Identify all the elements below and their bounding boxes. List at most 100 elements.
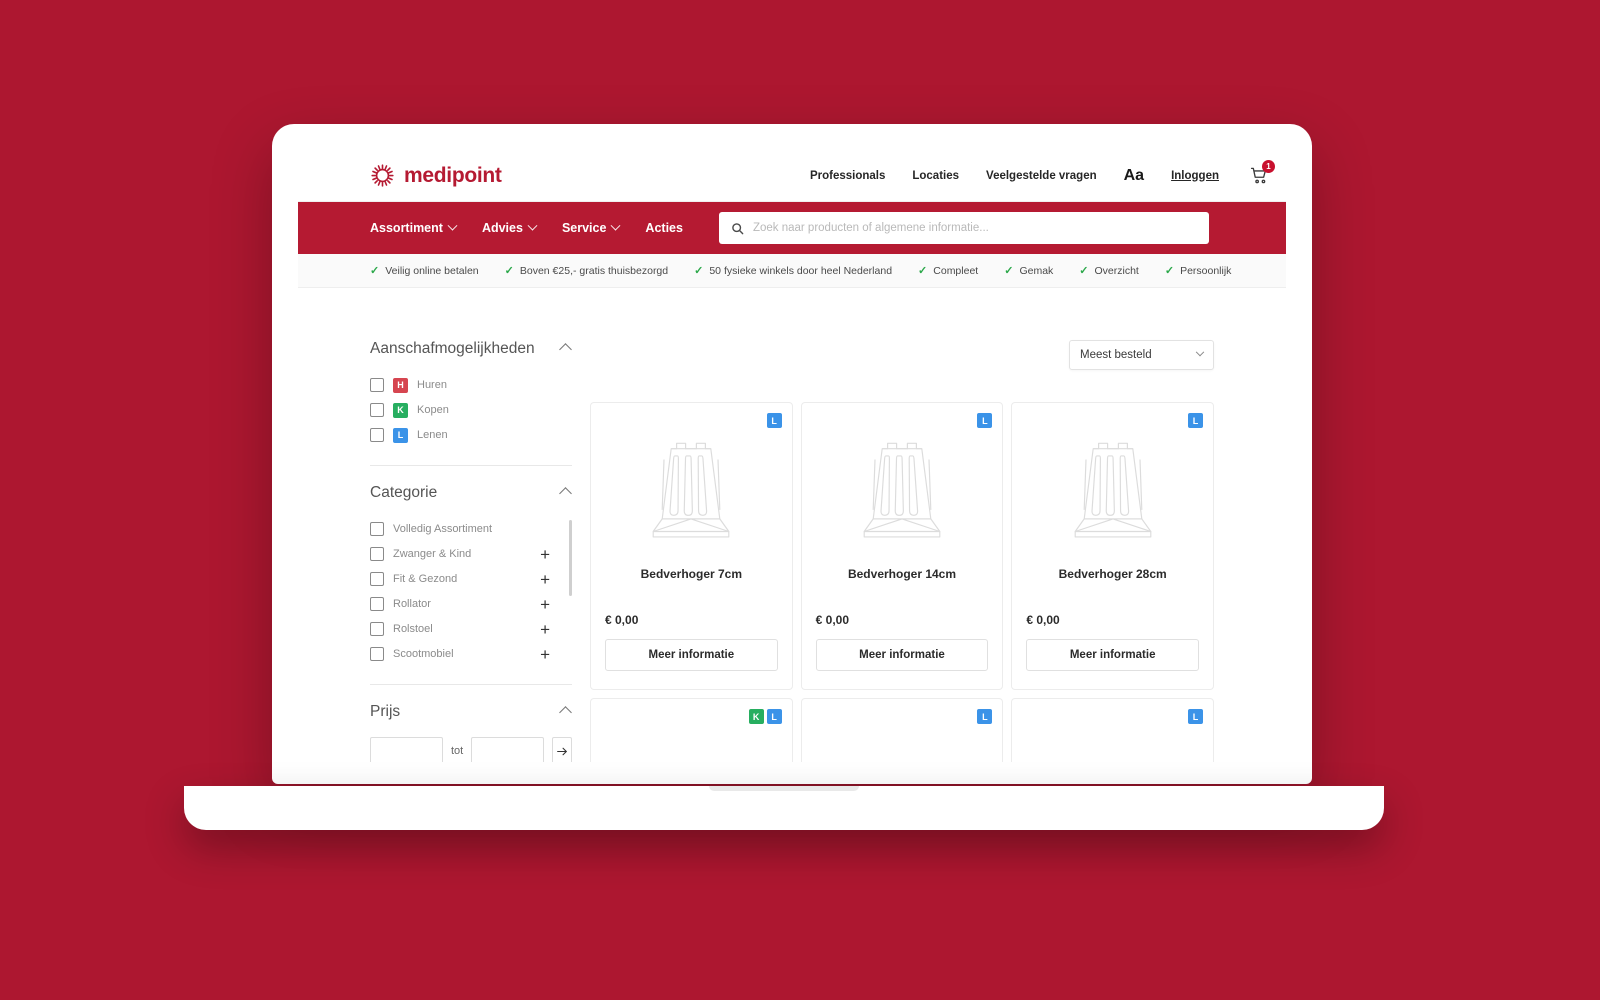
chevron-down-icon (527, 220, 538, 231)
checkbox-fit-gezond[interactable] (370, 572, 384, 586)
logo-wordmark: medipoint (404, 163, 502, 187)
filter-option-kopen[interactable]: K Kopen (370, 399, 572, 421)
filter-option-lenen[interactable]: L Lenen (370, 424, 572, 446)
cart-count-badge: 1 (1262, 159, 1275, 173)
nav-label-service: Service (561, 221, 607, 235)
bed-riser-illustration-icon (1074, 442, 1152, 538)
usp-label: Overzicht (1094, 264, 1139, 277)
price-min-input[interactable] (370, 737, 443, 762)
filter-header-prijs[interactable]: Prijs (370, 703, 572, 721)
bed-riser-illustration-icon (863, 442, 941, 538)
expand-plus-icon[interactable]: + (540, 621, 550, 638)
browser-viewport: medipoint Professionals Locaties Veelges… (298, 150, 1286, 762)
chevron-up-icon[interactable] (559, 705, 572, 719)
usp-item: ✓ Compleet (918, 264, 979, 278)
filter-option-rollator[interactable]: Rollator + (370, 593, 568, 615)
price-submit-button[interactable] (552, 737, 572, 762)
usp-item: ✓ Veilig online betalen (370, 264, 479, 278)
checkbox-lenen[interactable] (370, 428, 384, 442)
font-size-toggle[interactable]: Aa (1124, 167, 1144, 185)
header-link-professionals[interactable]: Professionals (810, 170, 885, 182)
price-max-input[interactable] (471, 737, 545, 762)
filter-header-aanschafmogelijkheden[interactable]: Aanschafmogelijkheden (370, 340, 572, 358)
category-scrollbar[interactable] (569, 520, 572, 596)
checkbox-rolstoel[interactable] (370, 622, 384, 636)
expand-plus-icon[interactable]: + (540, 646, 550, 663)
sort-dropdown[interactable]: Meest besteld (1069, 340, 1214, 370)
nav-label-acties: Acties (645, 221, 683, 235)
product-card[interactable]: K L (590, 698, 793, 762)
filter-option-zwanger-kind[interactable]: Zwanger & Kind + (370, 543, 568, 565)
expand-plus-icon[interactable]: + (540, 571, 550, 588)
product-more-info-button[interactable]: Meer informatie (815, 639, 989, 671)
filter-option-volledig-assortiment[interactable]: Volledig Assortiment (370, 518, 568, 540)
filter-option-scootmobiel[interactable]: Scootmobiel + (370, 643, 568, 665)
product-card[interactable]: L (800, 698, 1004, 762)
filter-option-huren[interactable]: H Huren (370, 374, 572, 396)
site-header: medipoint Professionals Locaties Veelges… (298, 150, 1286, 202)
header-link-locaties[interactable]: Locaties (912, 170, 959, 182)
page-content: Aanschafmogelijkheden H Huren K Kopen L … (298, 288, 1286, 762)
filter-label-zwanger-kind: Zwanger & Kind (393, 548, 472, 560)
filter-header-categorie[interactable]: Categorie (370, 484, 572, 502)
badge-kopen: K (748, 709, 764, 724)
cart-button[interactable]: 1 (1246, 159, 1275, 189)
filter-label-huren: Huren (417, 379, 447, 391)
usp-item: ✓ 50 fysieke winkels door heel Nederland (694, 264, 893, 278)
product-badges: K L (748, 709, 782, 724)
product-more-info-button[interactable]: Meer informatie (1026, 639, 1199, 671)
filter-option-fit-gezond[interactable]: Fit & Gezond + (370, 568, 568, 590)
bed-riser-illustration-icon (652, 442, 730, 538)
chevron-down-icon (447, 220, 458, 231)
chevron-up-icon[interactable] (559, 342, 572, 356)
nav-item-advies[interactable]: Advies (481, 220, 538, 235)
usp-label: 50 fysieke winkels door heel Nederland (709, 264, 893, 277)
filter-option-rolstoel[interactable]: Rolstoel + (370, 618, 568, 640)
usp-item: ✓ Gemak (1004, 264, 1054, 278)
usp-label: Gemak (1019, 264, 1054, 277)
main-nav-items: Assortiment Advies Service Acties (370, 220, 683, 235)
product-badges: L (977, 709, 993, 724)
checkbox-volledig-assortiment[interactable] (370, 522, 384, 536)
check-icon: ✓ (504, 265, 514, 277)
chevron-up-icon[interactable] (559, 486, 572, 500)
filter-group-categorie: Categorie Volledig Assortiment Zwanger &… (370, 465, 572, 684)
product-card[interactable]: L (1011, 402, 1214, 690)
category-list: Volledig Assortiment Zwanger & Kind + Fi… (370, 518, 572, 665)
nav-item-service[interactable]: Service (561, 220, 621, 235)
usp-item: ✓ Overzicht (1079, 264, 1139, 278)
nav-label-advies: Advies (481, 221, 523, 235)
product-title: Bedverhoger 28cm (1058, 567, 1167, 581)
product-badges: L (1188, 413, 1203, 428)
login-link[interactable]: Inloggen (1171, 170, 1219, 182)
expand-plus-icon[interactable]: + (540, 596, 550, 613)
badge-lenen: L (1188, 413, 1203, 428)
chevron-down-icon (610, 220, 621, 231)
nav-item-assortiment[interactable]: Assortiment (370, 220, 458, 235)
search-icon (732, 222, 744, 234)
product-image (816, 427, 989, 555)
checkbox-zwanger-kind[interactable] (370, 547, 384, 561)
site-logo[interactable]: medipoint (370, 163, 502, 188)
product-more-info-button[interactable]: Meer informatie (605, 639, 778, 671)
usp-label: Veilig online betalen (385, 264, 479, 277)
checkbox-huren[interactable] (370, 378, 384, 392)
product-card[interactable]: L (590, 402, 793, 690)
product-card[interactable]: L (800, 402, 1004, 690)
nav-label-assortiment: Assortiment (370, 221, 443, 235)
search-input[interactable] (752, 222, 1197, 234)
usp-item: ✓ Persoonlijk (1165, 264, 1232, 278)
checkbox-rollator[interactable] (370, 597, 384, 611)
usp-item: ✓ Boven €25,- gratis thuisbezorgd (504, 264, 668, 278)
usp-label: Compleet (933, 264, 979, 277)
filter-label-rolstoel: Rolstoel (393, 623, 433, 635)
nav-item-acties[interactable]: Acties (645, 221, 683, 235)
filter-group-prijs: Prijs tot (370, 684, 572, 762)
expand-plus-icon[interactable]: + (540, 546, 550, 563)
filter-title: Categorie (370, 484, 438, 501)
checkbox-scootmobiel[interactable] (370, 647, 384, 661)
product-card[interactable]: L (1011, 698, 1214, 762)
header-link-veelgestelde-vragen[interactable]: Veelgestelde vragen (986, 170, 1097, 182)
search-bar[interactable] (718, 212, 1209, 244)
checkbox-kopen[interactable] (370, 403, 384, 417)
